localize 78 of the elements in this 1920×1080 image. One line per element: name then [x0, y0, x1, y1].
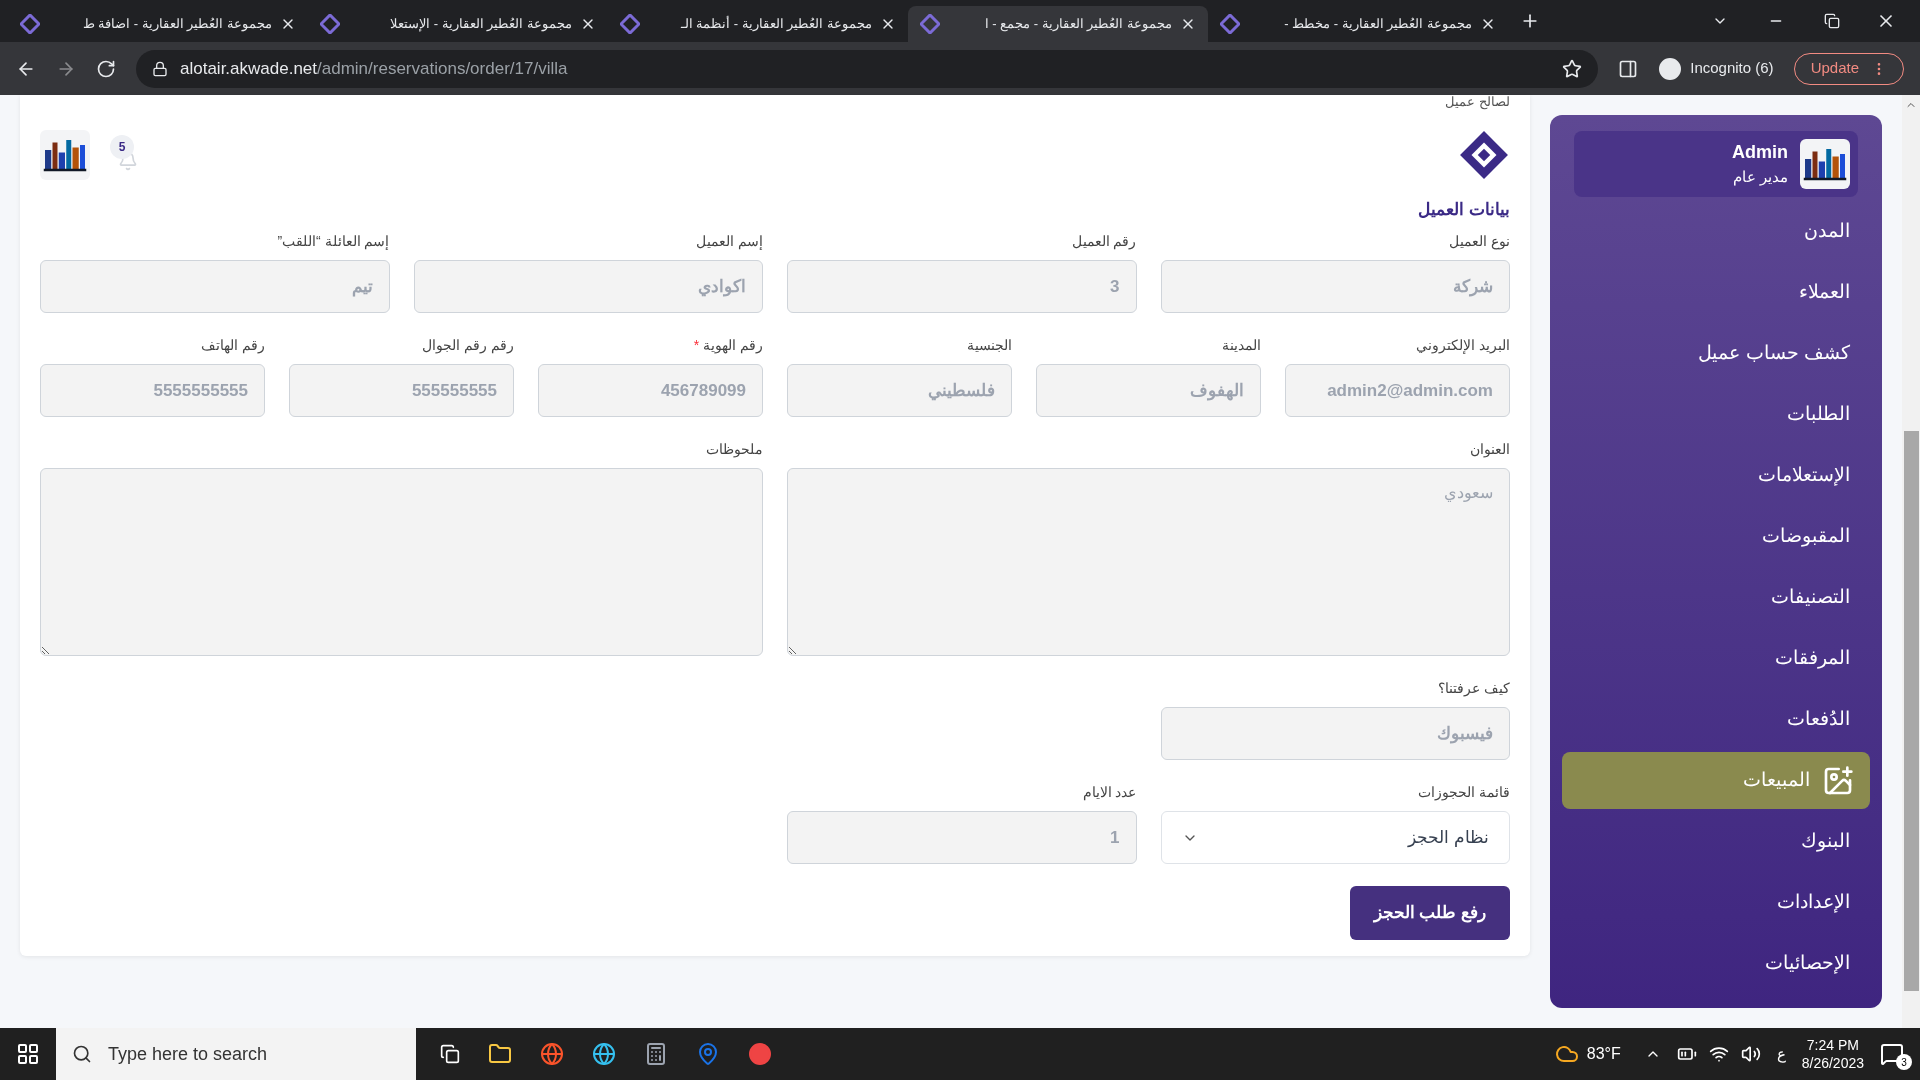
browser-tab[interactable]: مجموعة العُطير العقارية - مخطط - — [1208, 6, 1508, 42]
search-icon — [72, 1044, 92, 1064]
reload-icon[interactable] — [96, 58, 116, 79]
sidebar-item[interactable]: المرفقات — [1574, 630, 1858, 687]
field-label: نوع العميل — [1449, 232, 1510, 252]
notification-badge: 5 — [110, 135, 134, 159]
sidebar-item[interactable]: الإعدادات — [1574, 874, 1858, 931]
sidebar-item[interactable]: الدُفعات — [1574, 691, 1858, 748]
language-indicator[interactable]: ع — [1776, 1042, 1786, 1066]
sidebar-item[interactable]: المدن — [1574, 203, 1858, 260]
lock-icon — [152, 60, 168, 77]
tab-title: مجموعة العُطير العقارية - أنظمة الـ — [680, 15, 872, 34]
browser-tab[interactable]: مجموعة العُطير العقارية - مجمع - ا — [908, 6, 1208, 42]
incognito-label: Incognito (6) — [1690, 58, 1774, 79]
logo-icon — [1220, 14, 1240, 34]
clock-date: 8/26/2023 — [1801, 1054, 1864, 1072]
restore-icon[interactable] — [1824, 13, 1840, 29]
logo-icon — [20, 14, 40, 34]
field-label: رقم الهاتف — [201, 336, 265, 356]
field-label: رقم العميل — [1071, 232, 1137, 252]
sidebar-item[interactable]: كشف حساب عميل — [1574, 325, 1858, 382]
weather-text: 83°F — [1586, 1044, 1621, 1064]
tab-title: مجموعة العُطير العقارية - اضافة ط — [82, 15, 272, 34]
field-label: العنوان — [1470, 440, 1510, 460]
user-role: مدير عام — [1732, 167, 1788, 188]
notification-count: 3 — [1896, 1054, 1912, 1070]
scrollbar-thumb[interactable] — [1903, 431, 1919, 991]
folder-icon[interactable] — [488, 1042, 512, 1066]
sidebar-item[interactable]: الإستعلامات — [1574, 447, 1858, 504]
record-icon[interactable] — [748, 1042, 772, 1066]
browser-icon[interactable] — [592, 1042, 616, 1066]
submit-button[interactable]: رفع طلب الحجز — [1349, 886, 1510, 940]
select-field[interactable]: نظام الحجز — [1160, 811, 1510, 864]
field-label: عدد الايام — [1082, 783, 1137, 803]
browser-icon[interactable] — [540, 1042, 564, 1066]
browser-tab[interactable]: مجموعة العُطير العقارية - اضافة ط — [8, 6, 308, 42]
logo-icon — [320, 14, 340, 34]
task-view-icon[interactable] — [440, 1044, 460, 1064]
tab-title: مجموعة العُطير العقارية - مخطط - — [1284, 15, 1472, 34]
sidebar-item[interactable]: البنوك — [1574, 813, 1858, 870]
clock-time: 7:24 PM — [1806, 1036, 1859, 1054]
field-label: إسم العائلة “اللقب” — [277, 232, 390, 252]
section-title: بيانات العميل — [1417, 201, 1510, 219]
field-label: رقم رقم الجوال — [422, 336, 514, 356]
sidebar-item[interactable]: التصنيفات — [1574, 569, 1858, 626]
browser-tab[interactable]: مجموعة العُطير العقارية - أنظمة الـ — [608, 6, 908, 42]
field-label: قائمة الحجوزات — [1418, 783, 1510, 803]
field-label: كيف عرفتنا؟ — [1438, 679, 1510, 699]
address-bar[interactable]: alotair.akwade.net/admin/reservations/order/17/villa — [136, 49, 1599, 88]
logo-icon — [920, 14, 940, 34]
volume-icon[interactable] — [1740, 1044, 1761, 1064]
field-label: المدينة — [1222, 336, 1261, 355]
field-label: البريد الإلكتروني — [1416, 336, 1510, 356]
map-pin-icon[interactable] — [696, 1042, 720, 1066]
sidebar-item[interactable]: المبيعات — [1562, 752, 1870, 809]
field-label: ملحوظات — [706, 440, 763, 460]
tab-title: مجموعة العُطير العقارية - الإستعلا — [390, 15, 572, 34]
bookmark-star-icon[interactable] — [1562, 58, 1583, 79]
field-label: الجنسية — [967, 336, 1012, 355]
field-label: رقم الهوية * — [693, 336, 763, 356]
side-panel-icon[interactable] — [1618, 58, 1639, 79]
logo-icon — [1458, 129, 1510, 181]
sidebar-item[interactable]: الإحصائيات — [1574, 935, 1858, 992]
start-icon[interactable] — [16, 1042, 40, 1066]
caption-text: لصالح عميل — [1444, 95, 1510, 109]
wifi-icon[interactable] — [1708, 1044, 1729, 1064]
url-text: alotair.akwade.net/admin/reservations/order/17/villa — [180, 57, 568, 80]
image-edit-icon — [1822, 764, 1854, 797]
user-name: Admin — [1732, 141, 1788, 165]
sidebar-item[interactable]: العملاء — [1574, 264, 1858, 321]
calculator-icon[interactable] — [644, 1042, 668, 1066]
sidebar-item[interactable]: الطلبات — [1574, 386, 1858, 443]
sidebar-item[interactable]: المقبوضات — [1574, 508, 1858, 565]
taskbar-search-field[interactable]: Type here to search — [56, 1028, 416, 1080]
tab-title: مجموعة العُطير العقارية - مجمع - ا — [984, 15, 1172, 34]
field-label: إسم العميل — [696, 232, 763, 252]
logo-icon — [620, 14, 640, 34]
browser-tab[interactable]: مجموعة العُطير العقارية - الإستعلا — [308, 6, 608, 42]
